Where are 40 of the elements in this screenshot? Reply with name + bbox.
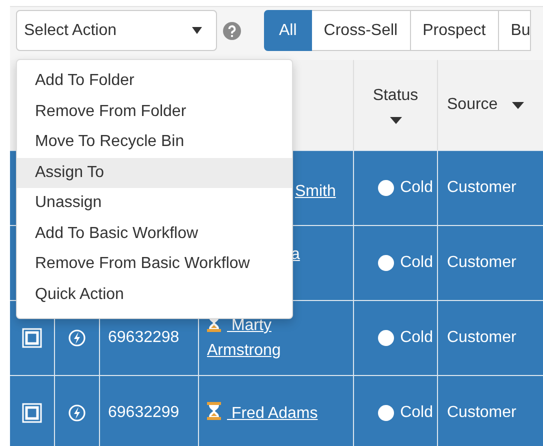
table-cell: 69632299 — [108, 404, 180, 422]
help-icon[interactable] — [223, 22, 241, 40]
status-dot — [378, 180, 394, 196]
hourglass-icon — [207, 402, 221, 420]
table-cell: Customer — [447, 404, 516, 422]
filter-tab[interactable]: Cross-Sell — [312, 10, 411, 51]
filter-tab[interactable]: Prospect — [410, 10, 499, 51]
menu-item[interactable]: Remove From Basic Workflow — [17, 249, 292, 280]
status-dot — [378, 405, 394, 421]
table-cell: Customer — [447, 254, 516, 272]
status-dot — [378, 255, 394, 271]
contact-link[interactable]: Fred Adams — [207, 400, 318, 426]
menu-item[interactable]: Add To Folder — [17, 66, 292, 96]
status-text: Cold — [400, 179, 433, 197]
menu-item[interactable]: Remove From Folder — [17, 96, 292, 127]
checkbox-icon[interactable] — [22, 403, 42, 423]
menu-item[interactable]: Assign To — [17, 158, 292, 188]
menu-item[interactable]: Move To Recycle Bin — [17, 127, 292, 158]
status-text: Cold — [400, 329, 433, 347]
table-cell: Customer — [447, 179, 516, 197]
table-cell: 69632298 — [108, 329, 180, 347]
column-header[interactable]: Source — [447, 96, 498, 114]
contact-link[interactable]: Smith — [295, 179, 336, 204]
lightning-icon[interactable] — [68, 404, 86, 422]
action-select[interactable]: Select Action — [16, 10, 217, 51]
menu-item[interactable]: Quick Action — [17, 280, 292, 310]
filter-tab[interactable]: All — [264, 10, 312, 51]
checkbox-icon[interactable] — [22, 328, 42, 348]
lightning-icon[interactable] — [68, 329, 86, 347]
filter-tab[interactable]: Bu — [498, 10, 532, 51]
status-dot — [378, 330, 394, 346]
sort-caret-icon[interactable] — [512, 102, 524, 108]
sort-caret-icon[interactable] — [390, 116, 402, 124]
caret-icon — [192, 27, 202, 34]
menu-item[interactable]: Add To Basic Workflow — [17, 218, 292, 249]
table-cell: Customer — [447, 329, 516, 347]
status-text: Cold — [400, 254, 433, 272]
status-text: Cold — [400, 404, 433, 422]
menu-item[interactable]: Unassign — [17, 188, 292, 218]
column-header[interactable]: Status — [372, 86, 418, 104]
